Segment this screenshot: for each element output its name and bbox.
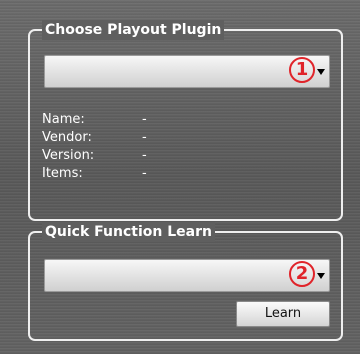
- info-label: Vendor:: [42, 130, 92, 145]
- info-value: -: [142, 130, 147, 145]
- callout-badge-1: 1: [289, 57, 315, 83]
- playout-plugin-dropdown[interactable]: 1: [44, 55, 330, 88]
- quick-function-dropdown[interactable]: 2: [44, 259, 330, 292]
- info-label: Version:: [42, 148, 95, 163]
- choose-playout-plugin-group: Choose Playout Plugin 1 Name: - Vendor: …: [28, 20, 343, 221]
- info-label: Items:: [42, 166, 83, 181]
- chevron-down-icon[interactable]: [317, 69, 325, 75]
- plugin-info: Name: - Vendor: - Version: - Items: -: [42, 111, 242, 183]
- info-row-version: Version: -: [42, 147, 242, 165]
- learn-button[interactable]: Learn: [236, 301, 330, 327]
- callout-badge-2: 2: [289, 261, 315, 287]
- chevron-down-icon[interactable]: [317, 273, 325, 279]
- info-row-items: Items: -: [42, 165, 242, 183]
- info-value: -: [142, 148, 147, 163]
- info-row-vendor: Vendor: -: [42, 129, 242, 147]
- quick-function-learn-group: Quick Function Learn 2 Learn: [28, 222, 343, 341]
- info-label: Name:: [42, 112, 85, 127]
- info-row-name: Name: -: [42, 111, 242, 129]
- choose-playout-plugin-title: Choose Playout Plugin: [42, 20, 225, 40]
- info-value: -: [142, 166, 147, 181]
- info-value: -: [142, 112, 147, 127]
- quick-function-learn-title: Quick Function Learn: [42, 222, 215, 242]
- plugin-panel: Choose Playout Plugin 1 Name: - Vendor: …: [0, 0, 360, 354]
